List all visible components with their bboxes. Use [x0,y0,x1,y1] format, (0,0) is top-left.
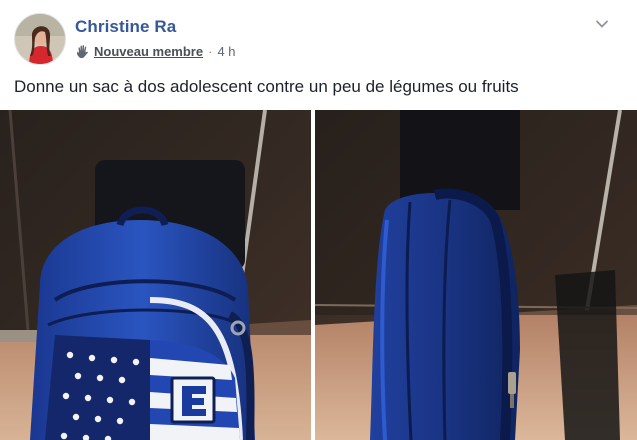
author-avatar[interactable] [14,13,66,65]
post-card: Christine Ra Nouveau membre · 4 h Donne … [0,0,637,440]
author-name-link[interactable]: Christine Ra [75,17,176,37]
post-meta: Nouveau membre · 4 h [75,42,236,60]
post-timestamp[interactable]: 4 h [217,44,235,59]
post-photo-backpack-side[interactable] [315,110,637,440]
meta-separator: · [208,43,213,59]
wave-hand-icon [75,44,90,59]
post-body-text: Donne un sac à dos adolescent contre un … [14,77,519,96]
post-photo-backpack-front[interactable] [0,110,311,440]
new-member-badge[interactable]: Nouveau membre [94,44,203,59]
chevron-down-icon[interactable] [595,16,609,28]
